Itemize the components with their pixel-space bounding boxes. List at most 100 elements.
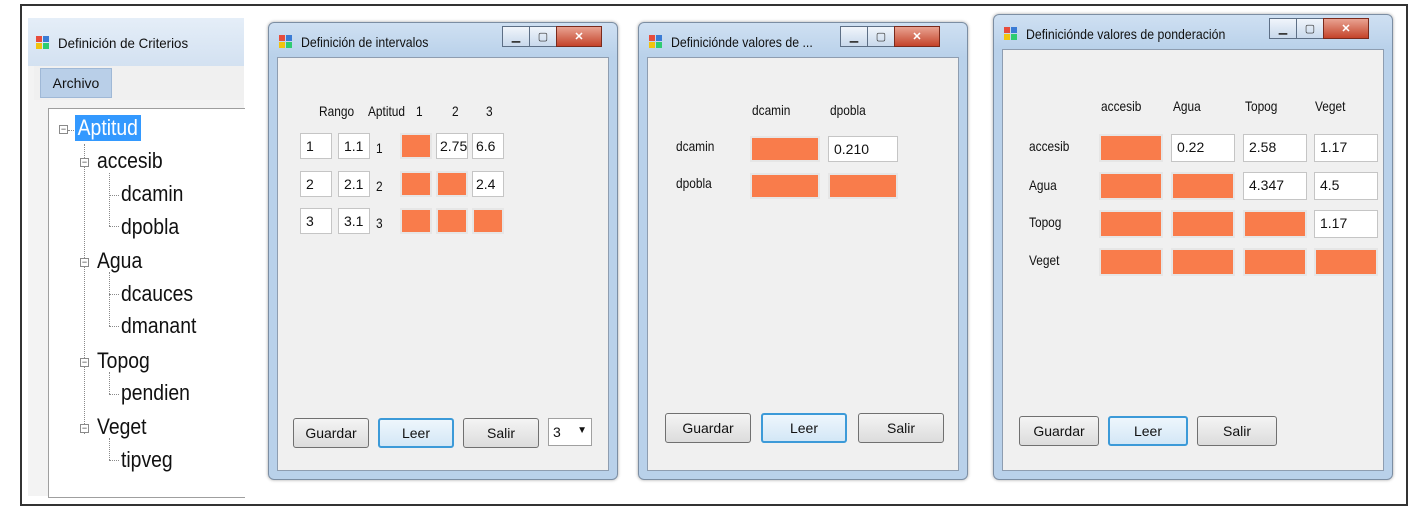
select-value: 3 [553,424,561,440]
matrix-cell-field[interactable]: 0.210 [828,136,898,162]
title-bar[interactable]: Definición de Criterios [28,18,244,66]
header-3: 3 [486,103,493,119]
tree-node-dcamin[interactable]: dcamin [121,181,183,207]
save-button[interactable]: Guardar [665,413,751,443]
exit-button[interactable]: Salir [463,418,539,448]
criteria-tree[interactable]: − Aptitud − accesib dcamin dpobla − Agua… [48,108,245,498]
tree-node-dpobla[interactable]: dpobla [121,214,179,240]
intervals-window: Definición de intervalos ▁ ▢ ✕ Rango Apt… [268,22,618,480]
col-header-accesib: accesib [1101,98,1142,114]
rango-field[interactable]: 1 [300,133,332,159]
minimize-button[interactable]: ▁ [502,26,530,47]
app-icon [649,35,663,49]
criteria-tree-window: Definición de Criterios Archivo − Aptitu… [28,18,245,498]
minimize-button[interactable]: ▁ [840,26,868,47]
matrix-cell-field[interactable]: 1.17 [1314,210,1378,238]
window-client: dcamin dpobla dcamin dpobla 0.210 Guarda… [647,57,959,471]
matrix-cell-disabled [1314,248,1378,276]
tree-node-pendien[interactable]: pendien [121,380,190,406]
exit-button[interactable]: Salir [1197,416,1277,446]
app-icon [36,36,50,50]
header-1: 1 [416,103,423,119]
tree-node-root[interactable]: Aptitud [75,115,141,141]
matrix-cell-field[interactable]: 2.4 [472,171,504,197]
app-icon [1004,27,1018,41]
tree-node-tipveg[interactable]: tipveg [121,447,173,473]
save-button[interactable]: Guardar [293,418,369,448]
row-label-veget: Veget [1029,252,1060,268]
collapse-icon[interactable]: − [80,424,89,433]
matrix-cell-field[interactable]: 1.17 [1314,134,1378,162]
row-label-dcamin: dcamin [676,138,715,154]
save-button[interactable]: Guardar [1019,416,1099,446]
collapse-icon[interactable]: − [80,158,89,167]
matrix-cell-disabled [1099,248,1163,276]
app-icon [279,35,293,49]
matrix-cell-field[interactable]: 0.22 [1171,134,1235,162]
header-2: 2 [452,103,459,119]
read-button[interactable]: Leer [1108,416,1188,446]
collapse-icon[interactable]: − [80,258,89,267]
window-title: Definiciónde valores de ponderación [1026,26,1226,42]
row-label-accesib: accesib [1029,138,1070,154]
window-title: Definición de intervalos [301,34,429,50]
maximize-button[interactable]: ▢ [867,26,895,47]
window-title: Definición de Criterios [58,35,189,51]
close-button[interactable]: ✕ [1323,18,1369,39]
interval-value-field[interactable]: 1.1 [338,133,370,159]
matrix-cell-disabled [750,136,820,162]
read-button[interactable]: Leer [761,413,847,443]
tree-node-accesib[interactable]: accesib [97,148,163,174]
col-header-topog: Topog [1245,98,1278,114]
matrix-cell-disabled [400,208,432,234]
tree-node-dcauces[interactable]: dcauces [121,281,193,307]
title-bar[interactable]: Definición de intervalos ▁ ▢ ✕ [269,23,617,57]
read-button[interactable]: Leer [378,418,454,448]
aptitud-label: 2 [376,178,383,194]
rango-field[interactable]: 2 [300,171,332,197]
range-count-select[interactable]: 3 ▼ [548,418,592,446]
tree-node-agua[interactable]: Agua [97,248,142,274]
matrix-cell-disabled [436,171,468,197]
row-label-agua: Agua [1029,177,1057,193]
interval-value-field[interactable]: 2.1 [338,171,370,197]
col-header-dpobla: dpobla [830,102,866,118]
matrix-cell-field[interactable]: 2.75 [436,133,468,159]
close-button[interactable]: ✕ [556,26,602,47]
collapse-icon[interactable]: − [59,125,68,134]
matrix-cell-disabled [400,171,432,197]
close-button[interactable]: ✕ [894,26,940,47]
matrix-cell-field[interactable]: 4.347 [1243,172,1307,200]
aptitud-label: 3 [376,215,383,231]
title-bar[interactable]: Definiciónde valores de ponderación ▁ ▢ … [994,15,1392,49]
aptitud-label: 1 [376,140,383,156]
matrix-cell-disabled [1171,210,1235,238]
collapse-icon[interactable]: − [80,358,89,367]
matrix-cell-field[interactable]: 2.58 [1243,134,1307,162]
weights-window: Definiciónde valores de ponderación ▁ ▢ … [993,14,1393,480]
row-label-topog: Topog [1029,214,1062,230]
exit-button[interactable]: Salir [858,413,944,443]
menu-archivo[interactable]: Archivo [40,68,112,98]
tree-node-dmanant[interactable]: dmanant [121,313,196,339]
minimize-button[interactable]: ▁ [1269,18,1297,39]
tree-node-veget[interactable]: Veget [97,414,147,440]
matrix-cell-field[interactable]: 4.5 [1314,172,1378,200]
window-title: Definiciónde valores de ... [671,34,813,50]
matrix-cell-disabled [750,173,820,199]
matrix-cell-disabled [400,133,432,159]
maximize-button[interactable]: ▢ [1296,18,1324,39]
matrix-cell-disabled [1171,172,1235,200]
interval-value-field[interactable]: 3.1 [338,208,370,234]
matrix-cell-field[interactable]: 6.6 [472,133,504,159]
title-bar[interactable]: Definiciónde valores de ... ▁ ▢ ✕ [639,23,967,57]
matrix-cell-disabled [472,208,504,234]
tree-node-topog[interactable]: Topog [97,348,150,374]
matrix-cell-disabled [1243,210,1307,238]
col-header-agua: Agua [1173,98,1201,114]
maximize-button[interactable]: ▢ [529,26,557,47]
values-window: Definiciónde valores de ... ▁ ▢ ✕ dcamin… [638,22,968,480]
rango-field[interactable]: 3 [300,208,332,234]
window-client: Rango Aptitud 1 2 3 1 1.1 1 2.75 6.6 2 2… [277,57,609,471]
header-aptitud: Aptitud [368,103,406,119]
